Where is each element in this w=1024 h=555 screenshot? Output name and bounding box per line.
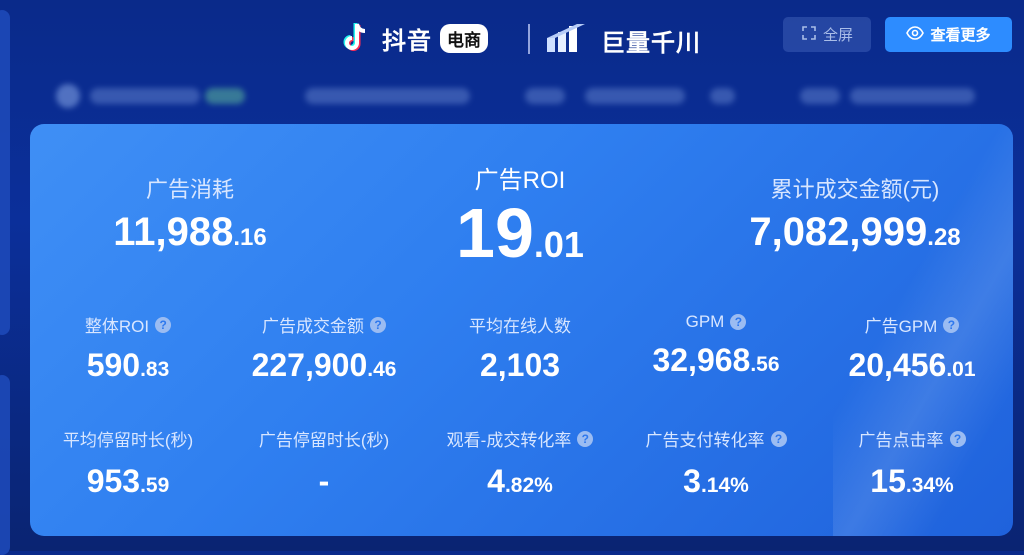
metric-total-gmv: 累计成交金额(元) 7,082,999.28 (710, 172, 1000, 255)
help-icon[interactable]: ? (730, 314, 747, 330)
help-icon[interactable]: ? (770, 430, 787, 447)
metric-gpm: GPM? 32,968.56 (618, 312, 814, 379)
fullscreen-button[interactable]: 全屏 (783, 17, 871, 52)
blurred-text (585, 88, 685, 104)
qianchuan-text: 巨量千川 (601, 30, 701, 57)
metric-ad-spend: 广告消耗 11,988.16 (70, 172, 310, 255)
blurred-text (710, 88, 735, 104)
blurred-text (850, 88, 975, 104)
help-icon[interactable]: ? (155, 316, 172, 333)
logo-divider (528, 24, 530, 54)
metric-avg-stay: 平均停留时长(秒) 953.59 (30, 426, 226, 500)
blurred-text (800, 88, 840, 104)
metric-value: 590.83 (86, 347, 170, 383)
metric-label: 广告GPM? (814, 312, 1010, 337)
douyin-text: 抖音 (382, 27, 432, 55)
view-more-button[interactable]: 查看更多 (885, 17, 1012, 52)
help-icon[interactable]: ? (943, 316, 960, 333)
metric-label: 观看-成交转化率? (422, 426, 618, 451)
blurred-info-row (50, 80, 1020, 112)
blurred-text (305, 88, 470, 104)
metric-label: 广告成交金额? (226, 312, 422, 337)
blurred-text (205, 88, 245, 104)
ecommerce-badge: 电商 (440, 23, 488, 53)
metric-value: 32,968.56 (652, 342, 780, 378)
metric-value: 3.14% (683, 463, 749, 499)
blurred-avatar (56, 84, 80, 108)
help-icon[interactable]: ? (370, 316, 386, 333)
metric-value: 15.34% (870, 463, 954, 499)
metric-ad-pay-conversion: 广告支付转化率? 3.14% (618, 426, 814, 500)
qianchuan-logo: 巨量千川 (545, 20, 701, 61)
help-icon[interactable]: ? (949, 430, 966, 447)
fullscreen-label: 全屏 (822, 27, 853, 44)
metric-label: 平均停留时长(秒) (62, 431, 194, 450)
blurred-text (90, 88, 200, 104)
metric-overall-roi: 整体ROI? 590.83 (30, 312, 226, 384)
metric-ad-roi: 广告ROI 19.01 (410, 160, 630, 283)
metric-label: 累计成交金额(元) (770, 177, 940, 202)
metric-value: 2,103 (479, 347, 561, 383)
metric-value: 11,988.16 (113, 210, 267, 254)
metric-value: 19.01 (456, 194, 584, 272)
metric-value: 227,900.46 (251, 347, 397, 383)
metric-label: 广告停留时长(秒) (258, 431, 390, 450)
metric-ad-gpm: 广告GPM? 20,456.01 (814, 312, 1010, 384)
metric-value: 7,082,999.28 (749, 210, 961, 254)
metric-value: - (318, 463, 330, 499)
help-icon[interactable]: ? (577, 430, 594, 447)
metric-label: 广告点击率? (814, 426, 1010, 451)
metric-ad-gmv: 广告成交金额? 227,900.46 (226, 312, 422, 384)
eye-icon (906, 25, 925, 44)
metric-ad-ctr: 广告点击率? 15.34% (814, 426, 1010, 500)
metric-label: 广告支付转化率? (618, 426, 814, 451)
header: 抖音 电商 巨量千川 全屏 查看更多 (0, 0, 1024, 78)
metric-value: 4.82% (487, 463, 553, 499)
douyin-ecommerce-logo: 抖音 电商 (338, 20, 488, 56)
side-panel-bottom (0, 375, 10, 555)
metric-label: GPM? (618, 312, 814, 332)
metric-ad-stay: 广告停留时长(秒) - (226, 426, 422, 500)
metric-avg-online: 平均在线人数 2,103 (422, 312, 618, 384)
view-more-label: 查看更多 (930, 27, 991, 44)
expand-icon (801, 25, 817, 45)
metric-value: 953.59 (86, 463, 170, 499)
metric-value: 20,456.01 (848, 347, 976, 383)
tiktok-icon (338, 20, 374, 56)
metric-label: 广告消耗 (145, 177, 234, 202)
blurred-text (525, 88, 565, 104)
qianchuan-icon (545, 20, 593, 61)
metrics-card: 广告消耗 11,988.16 广告ROI 19.01 累计成交金额(元) 7,0… (30, 124, 1013, 536)
metric-view-conversion: 观看-成交转化率? 4.82% (422, 426, 618, 500)
metric-label: 整体ROI? (30, 312, 226, 337)
metric-label: 平均在线人数 (469, 317, 571, 336)
metric-label: 广告ROI (474, 167, 566, 194)
